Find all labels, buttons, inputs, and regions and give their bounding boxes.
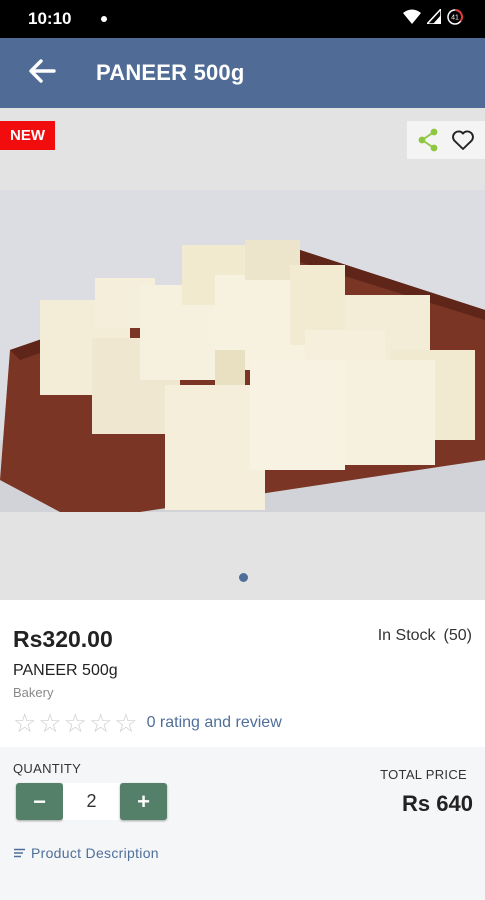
stock-count: (50) <box>443 627 472 644</box>
star-outline-icon: ☆ <box>114 708 138 738</box>
increase-quantity-button[interactable]: + <box>120 783 167 820</box>
share-button[interactable] <box>417 128 439 152</box>
battery-level: 41 <box>451 14 459 21</box>
product-image-carousel[interactable]: NEW <box>0 108 485 600</box>
heart-outline-icon <box>452 130 474 150</box>
quantity-value[interactable]: 2 <box>63 783 120 820</box>
stock-status-text: In Stock <box>377 627 436 644</box>
arrow-left-icon <box>28 58 56 88</box>
star-rating[interactable]: ☆ ☆ ☆ ☆ ☆ <box>13 710 138 736</box>
stock-status: In Stock (50) <box>378 627 472 645</box>
star-outline-icon: ☆ <box>88 708 113 738</box>
wifi-icon <box>403 9 421 29</box>
new-badge: NEW <box>0 121 55 150</box>
list-icon <box>14 848 25 858</box>
back-button[interactable] <box>22 53 62 93</box>
notification-dot <box>101 16 108 22</box>
quantity-stepper: − 2 + <box>16 783 167 820</box>
star-outline-icon: ☆ <box>63 708 87 738</box>
carousel-page-indicator[interactable] <box>239 573 248 582</box>
description-section: Product Description <box>0 829 485 900</box>
favorite-button[interactable] <box>451 129 475 151</box>
app-bar: PANEER 500g <box>0 38 485 108</box>
product-category: Bakery <box>13 685 54 700</box>
status-icons: 41 <box>403 6 463 30</box>
signal-icon <box>425 6 442 29</box>
product-description-label: Product Description <box>31 845 159 861</box>
quantity-label: QUANTITY <box>13 761 82 776</box>
product-photo <box>0 190 485 512</box>
total-price-label: TOTAL PRICE <box>380 767 467 782</box>
product-description-link[interactable]: Product Description <box>14 845 159 861</box>
status-bar: 10:10 41 <box>0 0 485 38</box>
product-price: Rs320.00 <box>13 626 113 652</box>
star-outline-icon: ☆ <box>13 708 37 738</box>
rating-review-link[interactable]: 0 rating and review <box>147 714 282 732</box>
star-outline-icon: ☆ <box>38 708 62 738</box>
total-price-value: Rs 640 <box>402 791 473 816</box>
page-title: PANEER 500g <box>96 60 245 85</box>
product-name: PANEER 500g <box>13 662 118 679</box>
share-icon <box>418 128 438 152</box>
product-info: Rs320.00 In Stock (50) PANEER 500g Bakery… <box>0 600 485 747</box>
battery-icon: 41 <box>447 8 463 30</box>
product-actions <box>407 121 485 159</box>
decrease-quantity-button[interactable]: − <box>16 783 63 820</box>
status-time: 10:10 <box>28 9 72 28</box>
rating-row: ☆ ☆ ☆ ☆ ☆ 0 rating and review <box>13 710 282 736</box>
quantity-section: QUANTITY − 2 + TOTAL PRICE Rs 640 <box>0 747 485 829</box>
